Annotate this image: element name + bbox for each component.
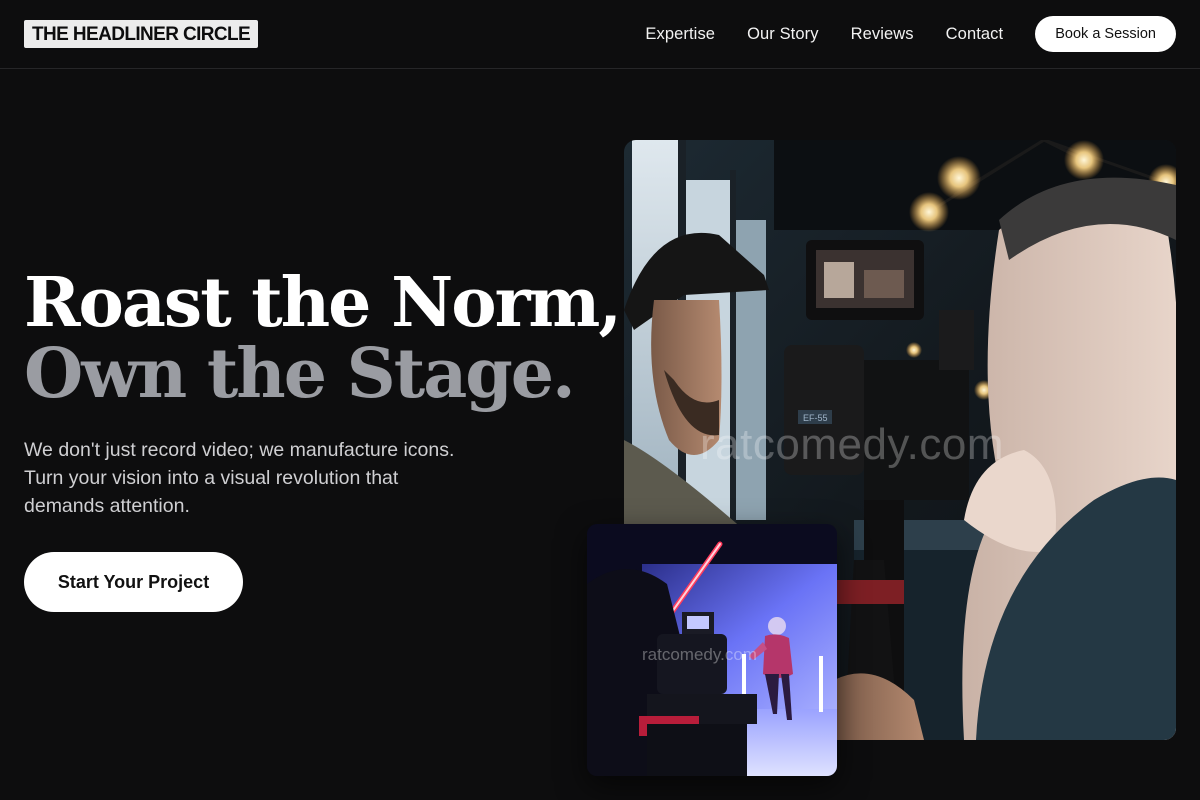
hero-headline: Roast the Norm, Own the Stage. xyxy=(24,263,622,414)
start-project-button[interactable]: Start Your Project xyxy=(24,552,243,612)
book-session-button[interactable]: Book a Session xyxy=(1035,16,1176,52)
nav-link-our-story[interactable]: Our Story xyxy=(747,25,819,44)
headline-line-1: Roast the Norm, xyxy=(24,263,622,343)
nav-link-reviews[interactable]: Reviews xyxy=(851,25,914,44)
logo[interactable]: THE HEADLINER CIRCLE xyxy=(24,20,259,48)
hero-subcopy: We don't just record video; we manufactu… xyxy=(24,439,455,517)
site-header: THE HEADLINER CIRCLE Expertise Our Story… xyxy=(0,0,1200,69)
inset-photo-stage-shoot xyxy=(587,524,837,776)
main-nav: Expertise Our Story Reviews Contact Book… xyxy=(613,16,1176,52)
svg-text:EF-55: EF-55 xyxy=(803,413,828,423)
nav-link-contact[interactable]: Contact xyxy=(946,25,1004,44)
nav-link-expertise[interactable]: Expertise xyxy=(645,25,715,44)
headline-line-2: Own the Stage. xyxy=(24,334,576,414)
